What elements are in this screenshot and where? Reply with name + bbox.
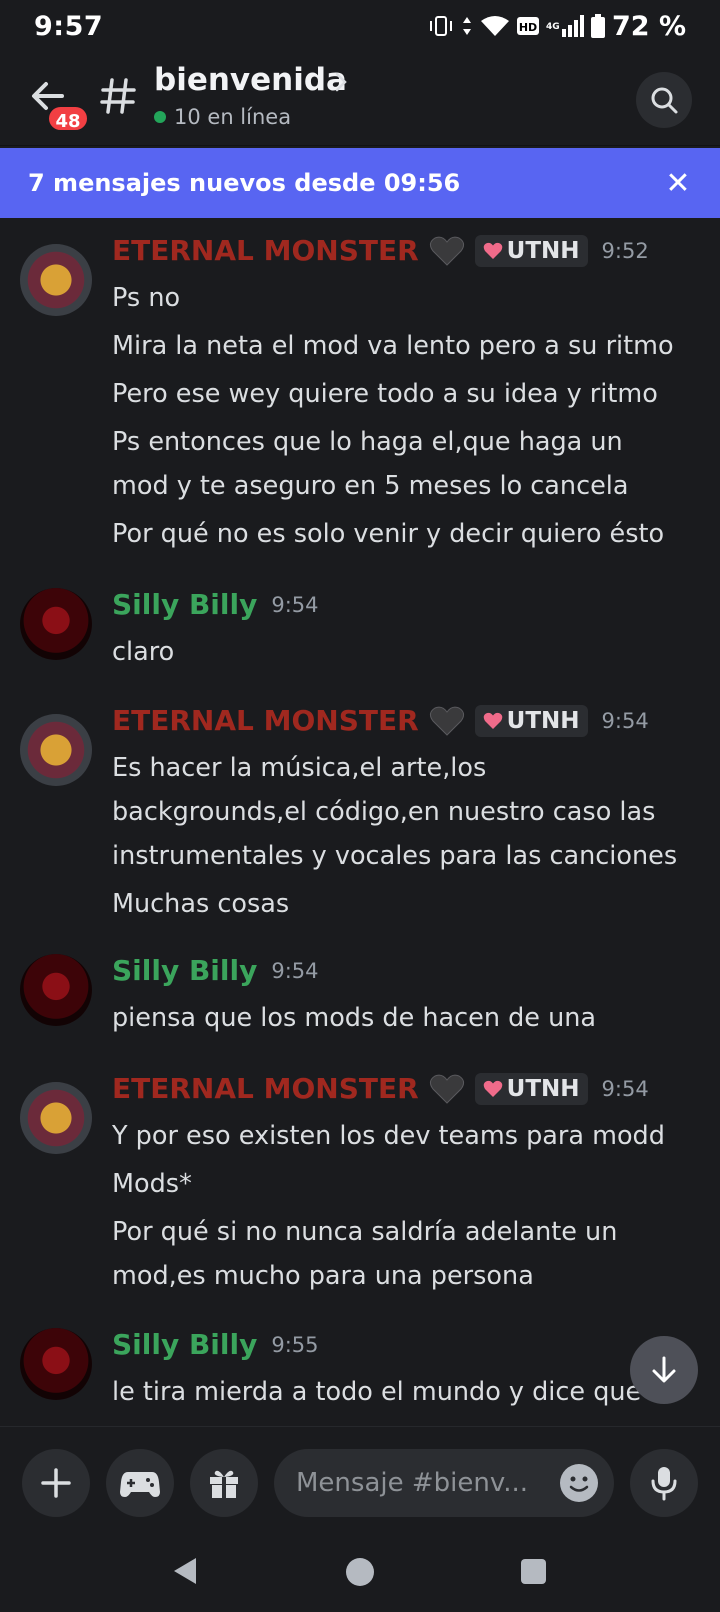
gift-button[interactable] [190, 1449, 258, 1517]
avatar[interactable] [20, 1328, 92, 1400]
battery-percent: 72 % [611, 10, 686, 42]
add-attachment-button[interactable] [22, 1449, 90, 1517]
search-icon [651, 87, 678, 114]
avatar[interactable] [20, 714, 92, 786]
message-header: Silly Billy 9:55 [112, 1328, 319, 1361]
arrow-down-icon [652, 1356, 676, 1383]
status-icons: HD 4G 72 % [428, 11, 686, 42]
pink-heart-icon [483, 712, 502, 729]
avatar[interactable] [20, 244, 92, 316]
message-input-placeholder: Mensaje #bienv... [296, 1468, 529, 1498]
message-text: claro [112, 637, 175, 667]
status-bar: 9:57 HD 4G 72 % [0, 0, 720, 52]
system-nav-bar [0, 1536, 720, 1612]
pink-heart-icon [483, 242, 502, 259]
microphone-icon [651, 1467, 677, 1501]
pink-heart-icon [483, 1080, 502, 1097]
message-header: Silly Billy 9:54 [112, 954, 319, 987]
battery-icon [590, 14, 605, 38]
message-text: Muchas cosas [112, 889, 290, 919]
black-heart-icon [429, 236, 464, 266]
timestamp: 9:54 [271, 592, 319, 617]
online-count: 10 en línea [154, 105, 291, 129]
message-text: Y por eso existen los dev teams para mod… [112, 1121, 665, 1151]
black-heart-icon [429, 706, 464, 736]
search-button[interactable] [636, 72, 692, 128]
message-text: Por qué si no nunca saldría adelante un [112, 1217, 618, 1247]
message-text: Es hacer la música,el arte,los [112, 753, 487, 783]
role-label: UTNH [506, 1075, 580, 1102]
gift-icon [210, 1470, 238, 1498]
message-header: Silly Billy 9:54 [112, 588, 319, 621]
message-text: piensa que los mods de hacen de una [112, 1003, 597, 1033]
unread-badge: 48 [46, 104, 90, 133]
message-text: instrumentales y vocales para las cancio… [112, 841, 678, 871]
message-list[interactable]: ETERNAL MONSTER UTNH 9:52 Ps no Mira la … [0, 218, 720, 1426]
role-label: UTNH [506, 707, 580, 734]
status-time: 9:57 [34, 10, 104, 42]
role-tag[interactable]: UTNH [474, 704, 588, 737]
emoji-icon[interactable] [560, 1464, 598, 1502]
voice-message-button[interactable] [630, 1449, 698, 1517]
message-header: ETERNAL MONSTER UTNH 9:54 [112, 704, 649, 737]
data-arrows-icon [462, 17, 471, 35]
online-dot [154, 111, 166, 123]
chevron-right-icon[interactable] [334, 70, 348, 94]
timestamp: 9:54 [601, 1076, 649, 1101]
message-text: Mods* [112, 1169, 192, 1199]
nav-back-icon[interactable] [172, 1556, 198, 1586]
author-name[interactable]: ETERNAL MONSTER [112, 1072, 419, 1105]
timestamp: 9:54 [271, 958, 319, 983]
author-name[interactable]: ETERNAL MONSTER [112, 704, 419, 737]
avatar[interactable] [20, 954, 92, 1026]
gamepad-icon [120, 1472, 160, 1497]
message-text: Pero ese wey quiere todo a su idea y rit… [112, 379, 658, 409]
role-label: UTNH [506, 237, 580, 264]
author-name[interactable]: Silly Billy [112, 1328, 257, 1361]
nav-home-icon[interactable] [346, 1558, 374, 1586]
emoji-face [569, 1476, 589, 1492]
message-text: Ps entonces que lo haga el,que haga un [112, 427, 623, 457]
message-text: backgrounds,el código,en nuestro caso la… [112, 797, 656, 827]
timestamp: 9:54 [601, 708, 649, 733]
hash-icon [100, 78, 136, 114]
nav-recents-icon[interactable] [521, 1559, 546, 1584]
wifi-icon [480, 16, 509, 36]
author-name[interactable]: ETERNAL MONSTER [112, 234, 419, 267]
scroll-to-bottom-button[interactable] [630, 1336, 698, 1404]
author-name[interactable]: Silly Billy [112, 954, 257, 987]
message-text: Por qué no es solo venir y decir quiero … [112, 519, 665, 549]
vibrate-icon [429, 16, 452, 36]
message-text: le tira mierda a todo el mundo y dice qu… [112, 1377, 642, 1407]
new-messages-banner[interactable]: 7 mensajes nuevos desde 09:56 ✕ [0, 148, 720, 218]
svg-text:4G: 4G [546, 22, 560, 32]
avatar[interactable] [20, 588, 92, 660]
author-name[interactable]: Silly Billy [112, 588, 257, 621]
message-header: ETERNAL MONSTER UTNH 9:52 [112, 234, 649, 267]
hd-icon: HD [516, 17, 539, 35]
message-text: Ps no [112, 283, 181, 313]
activities-button[interactable] [106, 1449, 174, 1517]
message-header: ETERNAL MONSTER UTNH 9:54 [112, 1072, 649, 1105]
close-icon[interactable]: ✕ [660, 166, 696, 201]
role-tag[interactable]: UTNH [474, 1072, 588, 1105]
channel-header: 48 bienvenida 10 en línea [0, 52, 720, 146]
signal-icon: 4G [546, 15, 584, 37]
role-tag[interactable]: UTNH [474, 234, 588, 267]
timestamp: 9:52 [601, 238, 649, 263]
new-messages-text: 7 mensajes nuevos desde 09:56 [28, 169, 461, 197]
online-text: 10 en línea [174, 105, 292, 129]
timestamp: 9:55 [271, 1332, 319, 1357]
channel-name[interactable]: bienvenida [154, 62, 347, 98]
plus-icon [41, 1468, 71, 1498]
message-text: mod y te aseguro en 5 meses lo cancela [112, 471, 629, 501]
svg-text:HD: HD [519, 21, 537, 34]
black-heart-icon [429, 1074, 464, 1104]
avatar[interactable] [20, 1082, 92, 1154]
message-composer: Mensaje #bienv... [0, 1426, 720, 1536]
message-text: mod,es mucho para una persona [112, 1261, 534, 1291]
message-text: Mira la neta el mod va lento pero a su r… [112, 331, 674, 361]
